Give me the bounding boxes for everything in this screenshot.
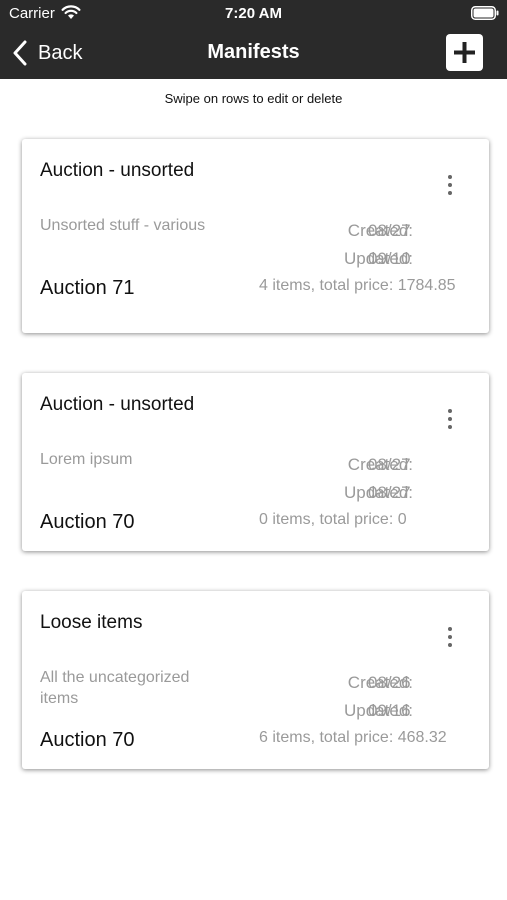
auction-name: Auction 70 — [40, 729, 135, 751]
manifest-title: Auction - unsorted — [40, 160, 195, 181]
manifest-description: Lorem ipsum — [40, 451, 133, 468]
back-button[interactable]: Back — [12, 38, 82, 68]
manifest-description: All the uncategorized items — [40, 669, 190, 707]
manifest-title: Loose items — [40, 612, 143, 633]
manifest-card[interactable]: Loose items All the uncategorized items … — [22, 591, 489, 769]
more-options-icon[interactable] — [440, 173, 460, 197]
more-options-icon[interactable] — [440, 625, 460, 649]
updated-date: 08/27 — [368, 483, 411, 502]
auction-name: Auction 70 — [40, 511, 135, 533]
created-date: 08/27 — [368, 221, 411, 240]
plus-icon — [454, 42, 475, 63]
created-date: 08/26 — [368, 673, 411, 692]
more-options-icon[interactable] — [440, 407, 460, 431]
manifest-title: Auction - unsorted — [40, 394, 195, 415]
auction-name: Auction 71 — [40, 277, 135, 299]
status-bar: Carrier 7:20 AM — [0, 0, 507, 28]
battery-icon — [471, 6, 499, 20]
clock: 7:20 AM — [225, 5, 282, 22]
items-summary: 6 items, total price: 468.32 — [259, 729, 447, 746]
items-summary: 4 items, total price: 1784.85 — [259, 277, 456, 294]
manifest-card[interactable]: Auction - unsorted Unsorted stuff - vari… — [22, 139, 489, 333]
navigation-bar: Carrier 7:20 AM Back Manifests — [0, 0, 507, 79]
manifest-card[interactable]: Auction - unsorted Lorem ipsum Created: … — [22, 373, 489, 551]
updated-date: 09/16 — [368, 701, 411, 720]
updated-date: 09/10 — [368, 249, 411, 268]
swipe-hint: Swipe on rows to edit or delete — [164, 91, 343, 106]
add-manifest-button[interactable] — [446, 34, 483, 71]
manifest-description: Unsorted stuff - various — [40, 217, 206, 234]
back-label: Back — [38, 41, 83, 64]
items-summary: 0 items, total price: 0 — [259, 511, 407, 528]
created-date: 08/27 — [368, 455, 411, 474]
chevron-left-icon — [13, 40, 27, 66]
